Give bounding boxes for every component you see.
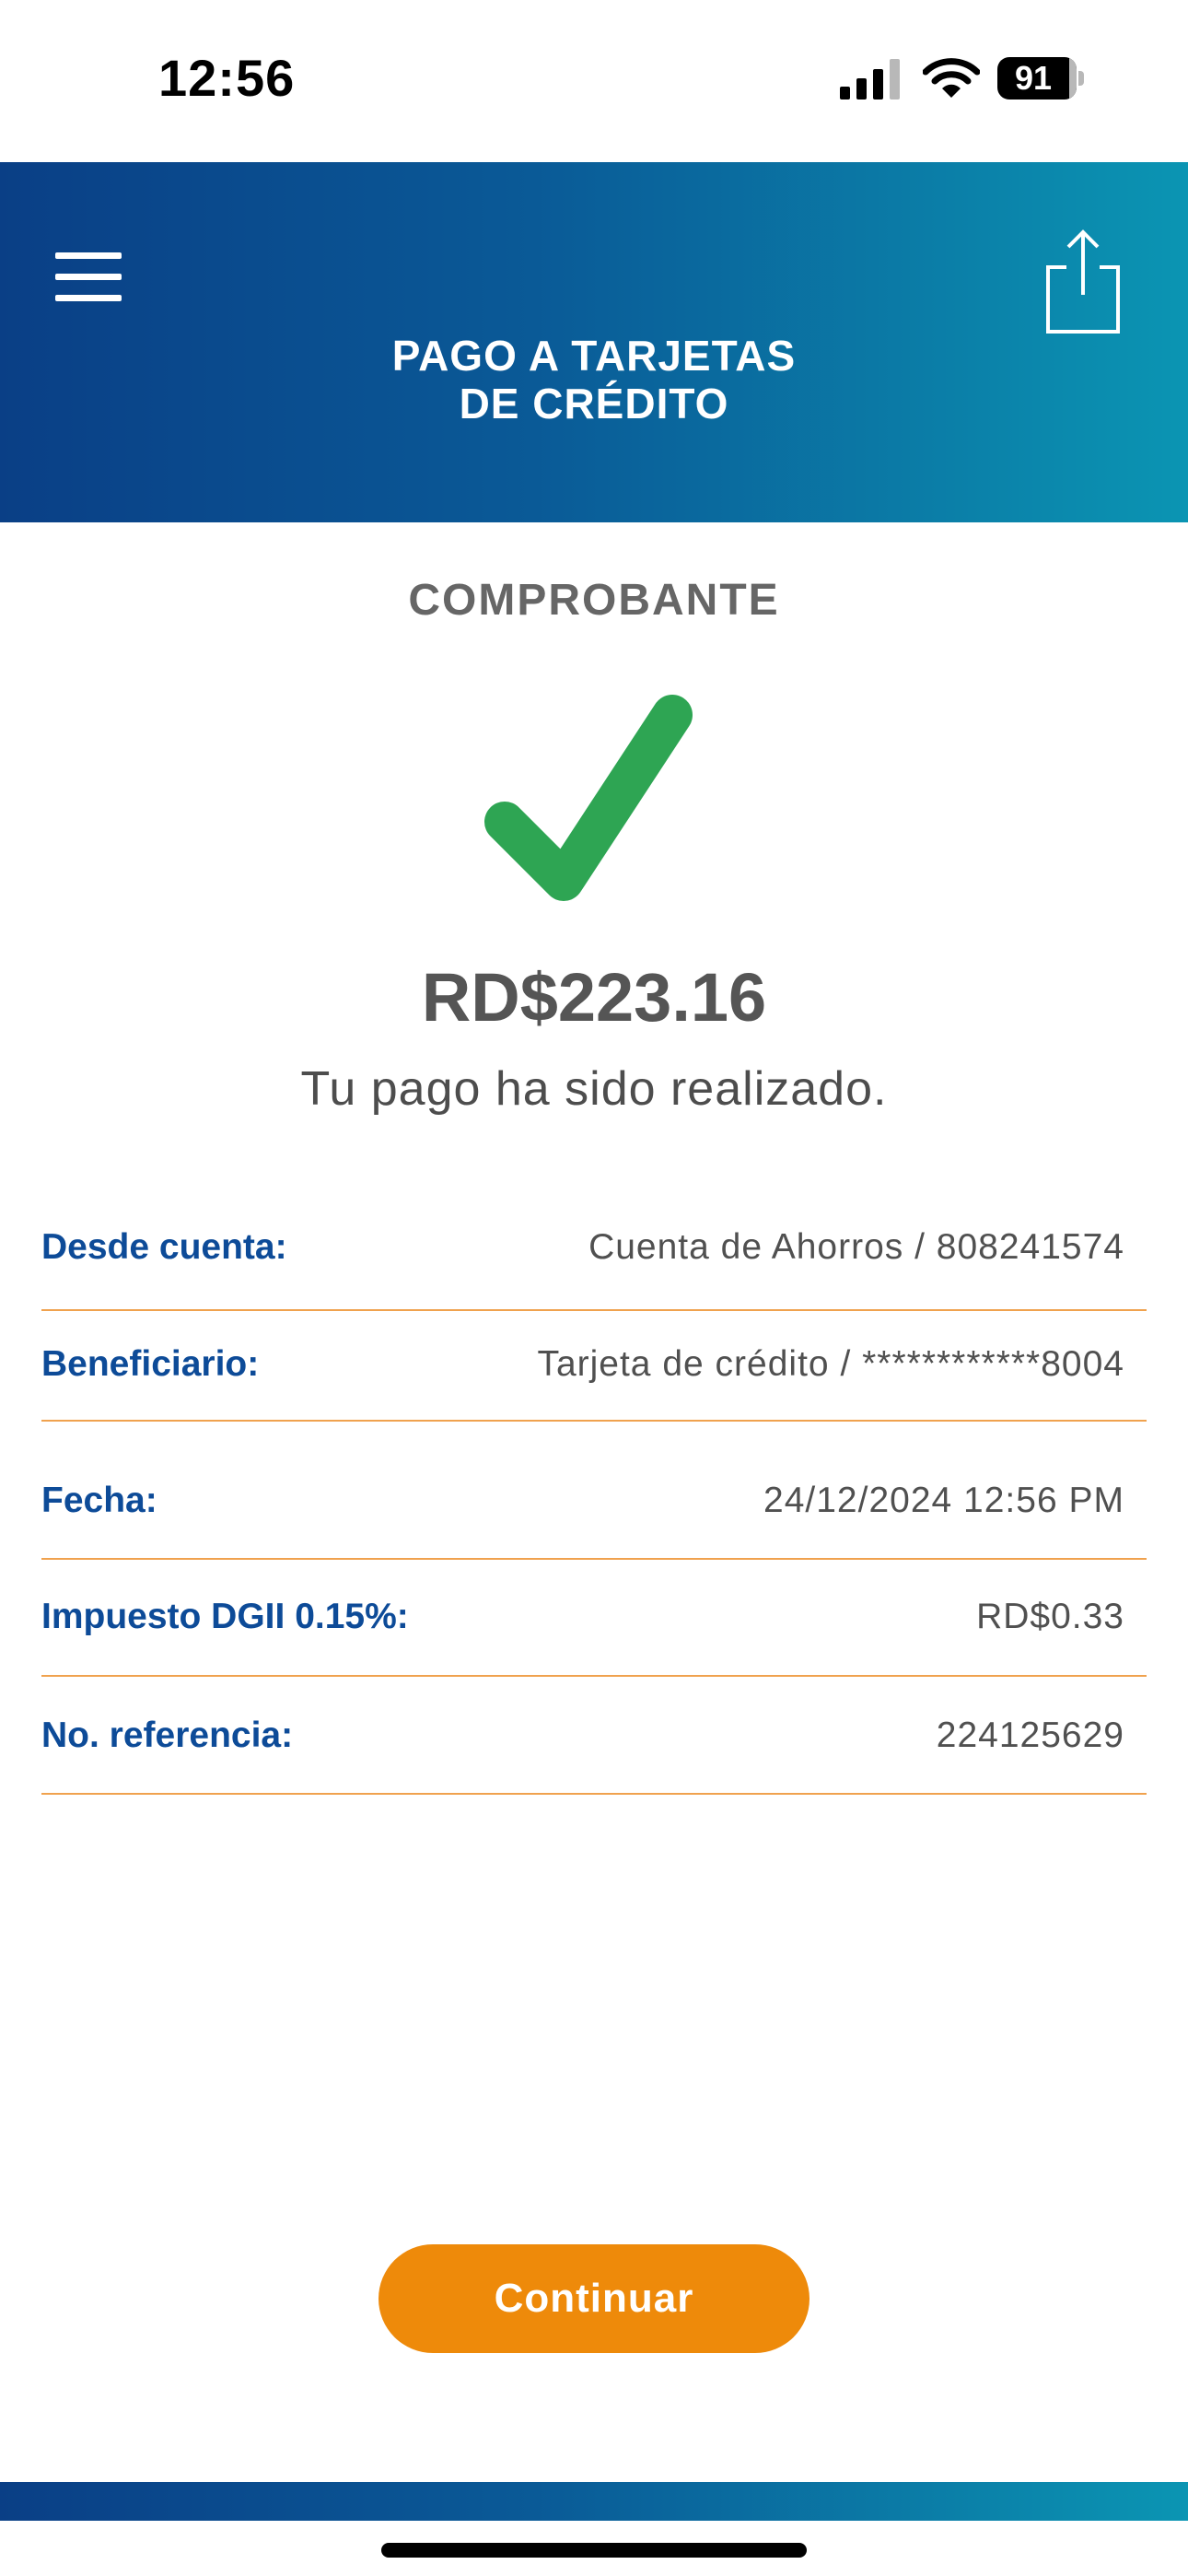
detail-value: RD$0.33 [976,1597,1124,1636]
status-time: 12:56 [158,49,296,107]
detail-row-impuesto: Impuesto DGII 0.15%: RD$0.33 [41,1560,1147,1677]
detail-label: Desde cuenta: [41,1227,287,1267]
home-indicator[interactable] [381,2543,807,2558]
detail-value: 224125629 [936,1715,1124,1755]
detail-label: No. referencia: [41,1715,294,1755]
continue-button[interactable]: Continuar [379,2244,809,2353]
detail-row-fecha: Fecha: 24/12/2024 12:56 PM [41,1422,1147,1560]
section-title: COMPROBANTE [408,576,780,625]
receipt-details: Desde cuenta: Cuenta de Ahorros / 808241… [41,1188,1147,1795]
page-title-line-2: DE CRÉDITO [459,380,729,427]
detail-row-desde-cuenta: Desde cuenta: Cuenta de Ahorros / 808241… [41,1188,1147,1311]
payment-amount: RD$223.16 [421,959,767,1036]
detail-label: Beneficiario: [41,1344,260,1384]
app-header: PAGO A TARJETAS DE CRÉDITO [0,162,1188,522]
footer-band [0,2482,1188,2521]
check-icon [484,695,693,901]
menu-icon[interactable] [50,247,127,310]
battery-level: 91 [1014,59,1053,97]
detail-row-referencia: No. referencia: 224125629 [41,1677,1147,1795]
payment-receipt-screen: 12:56 91 PAGO A TARJETAS DE CRÉDITO COMP… [0,0,1188,2576]
detail-value: Cuenta de Ahorros / 808241574 [588,1227,1124,1267]
page-title: PAGO A TARJETAS DE CRÉDITO [226,332,962,427]
page-title-line-1: PAGO A TARJETAS [391,332,797,380]
detail-value: 24/12/2024 12:56 PM [763,1481,1124,1520]
detail-value: Tarjeta de crédito / ************8004 [537,1344,1124,1384]
battery-icon: 91 [997,57,1084,100]
detail-row-beneficiario: Beneficiario: Tarjeta de crédito / *****… [41,1311,1147,1422]
share-icon[interactable] [1039,228,1127,334]
status-bar: 12:56 91 [0,0,1188,162]
detail-label: Impuesto DGII 0.15%: [41,1597,409,1636]
signal-icon [840,59,900,100]
detail-label: Fecha: [41,1481,157,1520]
success-message: Tu pago ha sido realizado. [300,1062,888,1116]
wifi-icon [923,58,980,98]
